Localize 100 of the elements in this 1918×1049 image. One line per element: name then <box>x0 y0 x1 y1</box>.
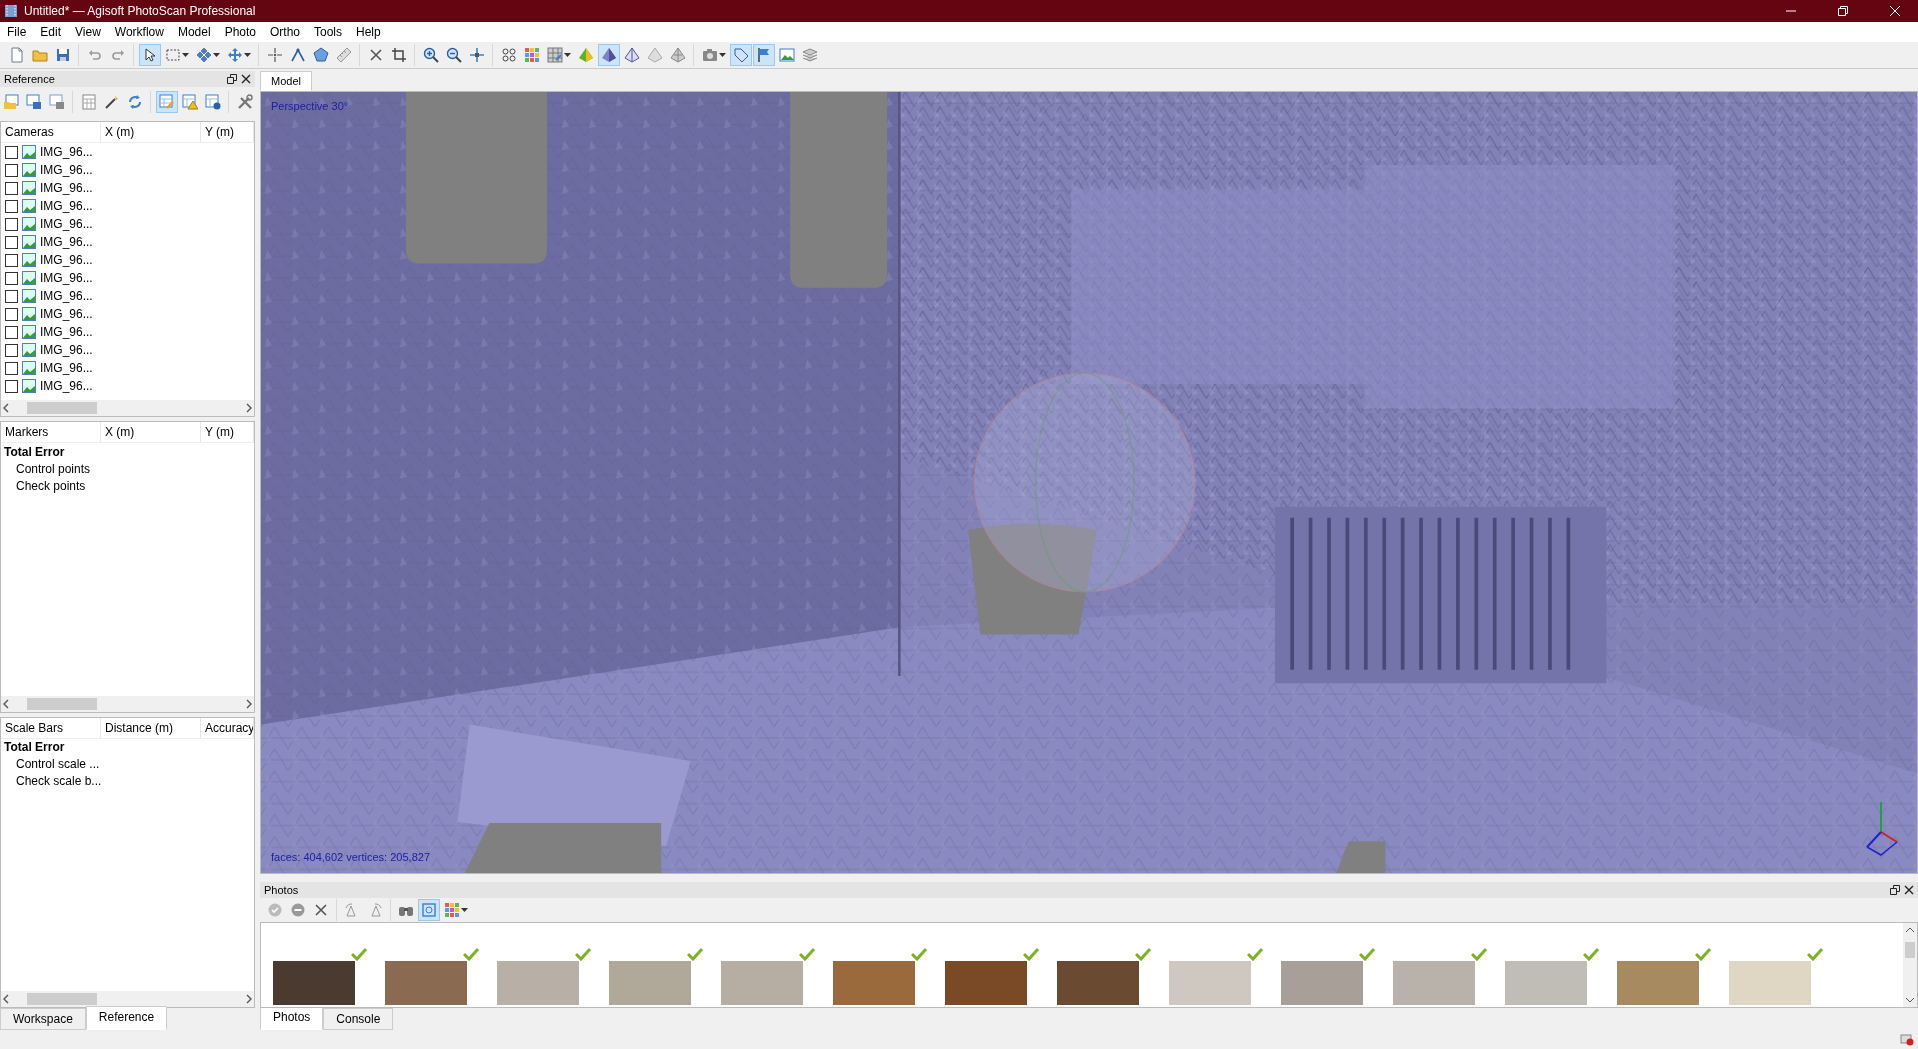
wireframe-pyramid-icon <box>624 47 640 63</box>
menu-item[interactable]: Tools <box>307 23 350 41</box>
checkbox[interactable] <box>5 379 18 393</box>
camera-name[interactable]: IMG_96... <box>40 235 93 249</box>
image-icon <box>22 289 36 303</box>
faded-pyramid-icon <box>647 47 663 63</box>
column-header[interactable]: Cameras <box>1 122 101 142</box>
column-header[interactable]: X (m) <box>101 422 201 442</box>
table-icon <box>81 94 97 110</box>
camera-name[interactable]: IMG_96... <box>40 307 93 321</box>
tile-grid-button[interactable] <box>544 44 574 66</box>
pentagon-icon <box>313 47 329 63</box>
column-header[interactable]: Markers <box>1 422 101 442</box>
tree-item[interactable]: Control points <box>16 461 91 476</box>
camera-name[interactable]: IMG_96... <box>40 379 93 393</box>
camera-name[interactable]: IMG_96... <box>40 289 93 303</box>
close-icon[interactable] <box>241 74 251 84</box>
scroll-thumb[interactable] <box>27 402 97 414</box>
cursor-arrow-button[interactable] <box>139 44 161 66</box>
scroll-thumb[interactable] <box>1905 942 1915 958</box>
table-warning-button[interactable] <box>179 91 201 113</box>
panel-tab[interactable]: Photos <box>260 1006 324 1030</box>
checkbox[interactable] <box>5 307 18 321</box>
horizontal-scrollbar[interactable] <box>1 991 254 1007</box>
camera-name[interactable]: IMG_96... <box>40 145 93 159</box>
checkbox[interactable] <box>5 325 18 339</box>
framed-circle-button[interactable] <box>418 899 440 921</box>
scroll-thumb[interactable] <box>27 697 97 710</box>
checkbox[interactable] <box>5 343 18 357</box>
column-header[interactable]: Y (m) <box>201 122 254 142</box>
column-header[interactable]: X (m) <box>101 122 201 142</box>
camera-name[interactable]: IMG_96... <box>40 271 93 285</box>
checkbox[interactable] <box>5 199 18 213</box>
shaded-pyramid-button[interactable] <box>598 44 620 66</box>
restore-icon <box>1838 6 1848 16</box>
caret-icon <box>719 53 726 57</box>
total-error-row[interactable]: Total Error <box>4 740 65 754</box>
caret-icon <box>244 53 251 57</box>
camera-name[interactable]: IMG_96... <box>40 181 93 195</box>
table-disk-icon <box>49 94 65 110</box>
tree-item[interactable]: Control scale ... <box>16 757 100 771</box>
image-icon <box>22 163 36 177</box>
camera-name[interactable]: IMG_96... <box>40 163 93 177</box>
menu-item[interactable]: Help <box>349 23 388 41</box>
view-tab[interactable]: Model <box>260 71 312 91</box>
camera-name[interactable]: IMG_96... <box>40 325 93 339</box>
checkbox[interactable] <box>5 253 18 267</box>
checkbox[interactable] <box>5 235 18 249</box>
panel-tab[interactable]: Reference <box>85 1006 168 1030</box>
checkbox[interactable] <box>5 181 18 195</box>
zoom-out-icon <box>446 47 462 63</box>
camera-name[interactable]: IMG_96... <box>40 343 93 357</box>
checkbox[interactable] <box>5 289 18 303</box>
four-dots-icon <box>501 47 517 63</box>
table-pencil-button[interactable] <box>156 91 178 113</box>
checkbox[interactable] <box>5 163 18 177</box>
flag-button[interactable] <box>753 44 775 66</box>
column-header[interactable]: Scale Bars <box>1 717 101 738</box>
column-header[interactable]: Y (m) <box>201 422 254 442</box>
panel-tab[interactable]: Workspace <box>0 1008 86 1030</box>
menu-item[interactable]: View <box>68 23 108 41</box>
tile-grid-icon <box>547 47 563 63</box>
tree-item[interactable]: Check scale b... <box>16 774 102 788</box>
menu-item[interactable]: Edit <box>33 23 69 41</box>
film-icon <box>4 4 18 18</box>
camera-name[interactable]: IMG_96... <box>40 199 93 213</box>
camera-icon <box>702 47 718 63</box>
menu-item[interactable]: Model <box>170 23 218 41</box>
tree-item[interactable]: Check points <box>16 478 86 493</box>
vertical-scrollbar[interactable] <box>1903 923 1917 1007</box>
image-icon <box>22 253 36 267</box>
panel-tab[interactable]: Console <box>323 1008 394 1030</box>
scroll-thumb[interactable] <box>27 993 97 1005</box>
menu-item[interactable]: Workflow <box>107 23 171 41</box>
checkbox[interactable] <box>5 271 18 285</box>
horizontal-scrollbar[interactable] <box>1 400 254 416</box>
image-icon <box>22 217 36 231</box>
checkbox[interactable] <box>5 145 18 159</box>
close-icon[interactable] <box>1904 885 1914 895</box>
tag-button[interactable] <box>730 44 752 66</box>
undock-icon[interactable] <box>1890 885 1900 895</box>
menu-item[interactable]: File <box>0 23 34 41</box>
camera-name[interactable]: IMG_96... <box>40 361 93 375</box>
menu-item[interactable]: Ortho <box>263 23 307 41</box>
camera-name[interactable]: IMG_96... <box>40 253 93 267</box>
horizontal-scrollbar[interactable] <box>1 695 254 712</box>
camera-name[interactable]: IMG_96... <box>40 217 93 231</box>
column-header[interactable]: Distance (m) <box>101 717 201 738</box>
solid-pyramid-icon <box>578 47 594 63</box>
undock-icon[interactable] <box>227 74 237 84</box>
zoom-in-icon <box>423 47 439 63</box>
image-icon <box>22 343 36 357</box>
total-error-row[interactable]: Total Error <box>4 444 65 459</box>
caret-icon <box>213 53 220 57</box>
table-pencil-icon <box>159 94 175 110</box>
image-icon <box>22 235 36 249</box>
checkbox[interactable] <box>5 361 18 375</box>
checkbox[interactable] <box>5 217 18 231</box>
menu-item[interactable]: Photo <box>217 23 263 41</box>
crosshair-icon <box>267 47 283 63</box>
